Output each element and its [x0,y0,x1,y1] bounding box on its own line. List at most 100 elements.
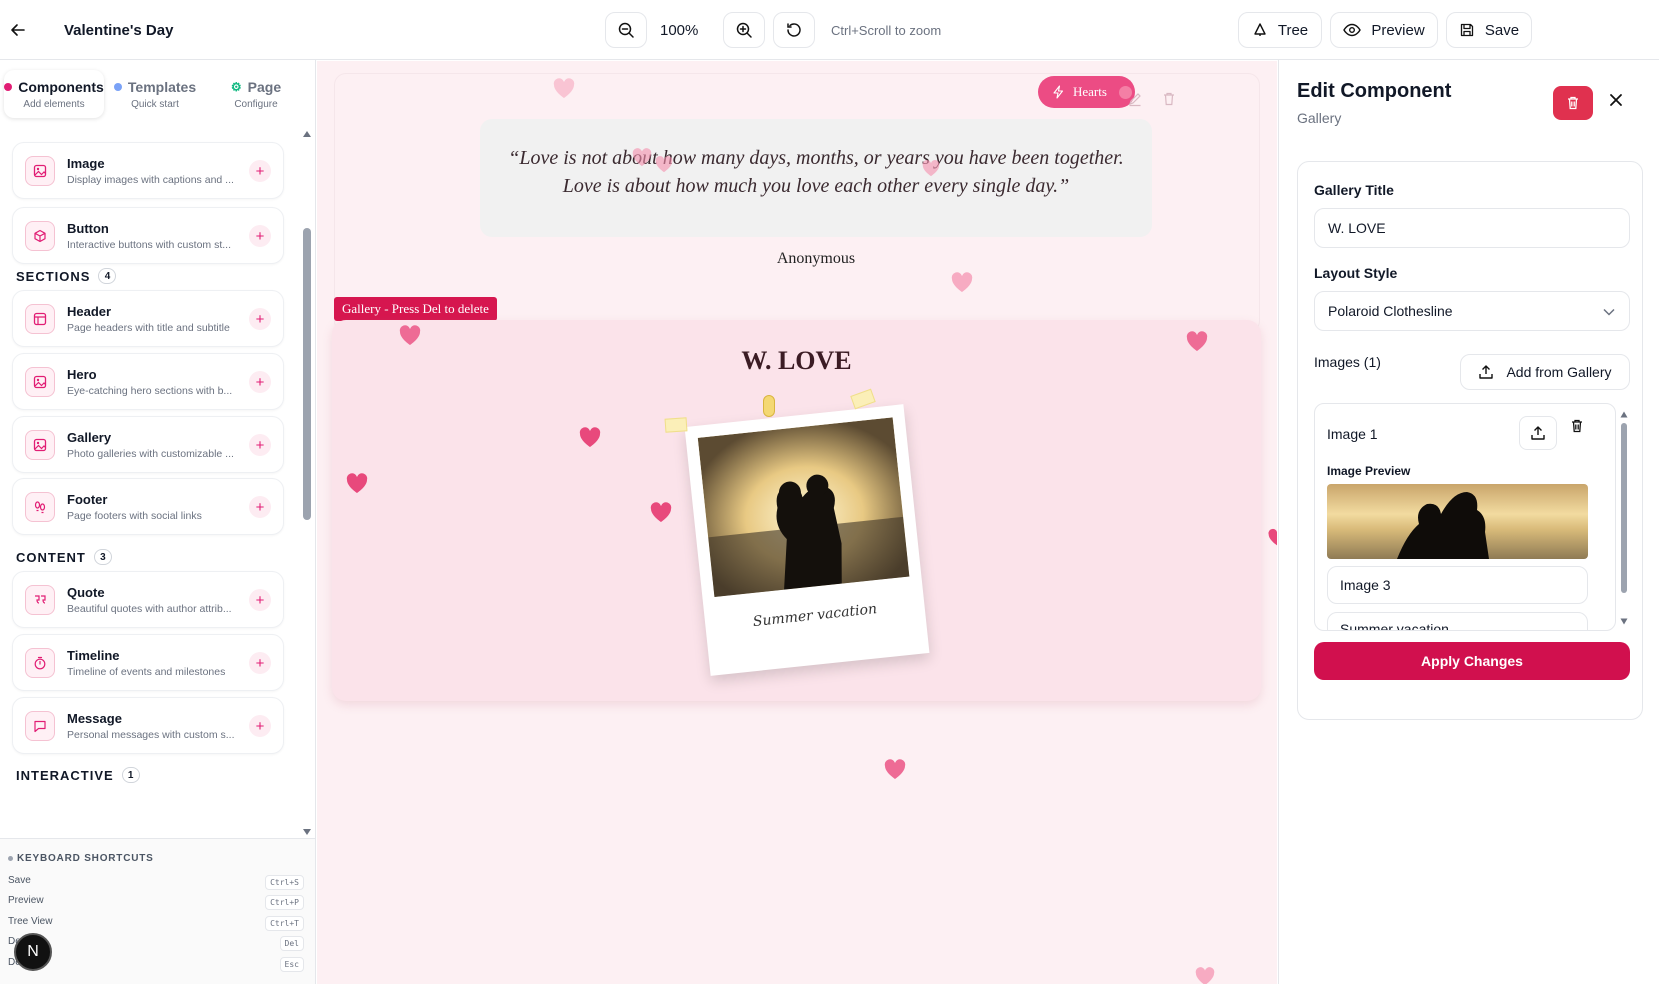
add-icon[interactable]: + [249,371,271,393]
hearts-toggle[interactable]: Hearts [1038,76,1135,108]
section-count: 3 [93,549,112,565]
quote-component[interactable]: “Love is not about how many days, months… [334,73,1260,333]
gallery-component[interactable]: W. LOVE Summer vacation [332,320,1261,701]
add-icon[interactable]: + [249,434,271,456]
shortcut-label: Tree View [8,916,53,927]
add-icon[interactable]: + [249,225,271,247]
component-name: Timeline [67,648,120,663]
back-arrow-icon[interactable] [8,20,28,40]
dev-tools-badge[interactable]: N [14,933,52,971]
tab-components[interactable]: Components Add elements [4,70,104,118]
hearts-label: Hearts [1073,84,1107,99]
shortcuts-title: KEYBOARD SHORTCUTS [17,853,154,864]
tree-button[interactable]: Tree [1238,12,1322,48]
add-icon[interactable]: + [249,652,271,674]
layout-style-select[interactable]: Polaroid Clothesline [1314,291,1630,331]
chevron-down-icon [1603,308,1615,316]
image-alt-input[interactable]: Image 3 [1327,566,1588,604]
couple-photo [697,417,910,597]
tab-subtitle: Configure [234,99,278,110]
components-dot-icon [4,83,13,91]
add-icon[interactable]: + [249,160,271,182]
clothespin-icon [763,395,775,417]
zoom-out-button[interactable] [605,12,647,48]
footprints-icon [25,492,55,522]
component-card-footer[interactable]: Footer Page footers with social links + [12,478,284,535]
shortcut-key: Esc [279,957,304,972]
component-card-button[interactable]: Button Interactive buttons with custom s… [12,207,284,264]
components-sidebar: Components Add elements Templates Quick … [0,60,316,984]
component-name: Hero [67,367,97,382]
polaroid-photo[interactable]: Summer vacation [684,404,930,676]
image-caption-input[interactable]: Summer vacation [1327,612,1588,630]
image-icon [25,430,55,460]
apply-changes-button[interactable]: Apply Changes [1314,642,1630,680]
quote-line: Love is about how much you love each oth… [562,175,1070,197]
component-card-hero[interactable]: Hero Eye-catching hero sections with b..… [12,353,284,410]
zoom-hint: Ctrl+Scroll to zoom [831,23,942,38]
add-icon[interactable]: + [249,496,271,518]
images-scrollbar[interactable] [1620,411,1628,625]
heart-icon [951,272,973,292]
trash-icon[interactable] [1569,418,1585,439]
add-icon[interactable]: + [249,308,271,330]
sidebar-scroll-thumb[interactable] [303,228,311,520]
trash-icon[interactable] [1161,91,1177,112]
heart-icon [884,759,906,779]
add-icon[interactable]: + [249,715,271,737]
component-card-message[interactable]: Message Personal messages with custom s.… [12,697,284,754]
heart-icon [579,427,601,447]
delete-component-button[interactable] [1553,86,1593,120]
gallery-title-input[interactable]: W. LOVE [1314,208,1630,248]
image-preview-label: Image Preview [1327,464,1411,478]
component-desc: Display images with captions and ... [67,174,234,186]
component-name: Gallery [67,430,112,445]
component-card-image[interactable]: Image Display images with captions and .… [12,142,284,199]
section-title: INTERACTIVE [16,767,114,783]
edit-component-panel: Edit Component Gallery Gallery Title W. … [1278,60,1659,984]
heart-icon [399,325,421,345]
gallery-title: W. LOVE [741,346,852,375]
rotate-ccw-icon [787,23,801,37]
photo-caption: Summer vacation [752,601,878,631]
tab-label: Page [247,79,282,95]
tree-button-label: Tree [1277,21,1309,39]
image-item-name: Image 1 [1327,426,1378,442]
section-count: 4 [98,268,117,284]
tab-subtitle: Add elements [23,99,85,110]
zoom-out-icon [618,22,634,38]
panel-subtitle: Gallery [1297,110,1342,126]
component-name: Message [67,711,122,726]
close-icon[interactable] [1609,93,1623,112]
section-heading-sections: SECTIONS 4 [16,268,117,284]
images-scroll-thumb[interactable] [1621,423,1627,593]
timer-icon [25,648,55,678]
component-card-quote[interactable]: Quote Beautiful quotes with author attri… [12,571,284,628]
component-card-gallery[interactable]: Gallery Photo galleries with customizabl… [12,416,284,473]
tab-page[interactable]: ⚙ Page Configure [206,70,306,118]
edit-icon[interactable] [1127,91,1143,112]
heart-icon [346,473,368,493]
eye-icon [1343,23,1362,37]
add-icon[interactable]: + [249,589,271,611]
shortcut-row: Save Ctrl+S [8,875,304,893]
upload-image-button[interactable] [1519,416,1557,450]
add-from-gallery-button[interactable]: Add from Gallery [1460,354,1630,390]
component-desc: Beautiful quotes with author attrib... [67,603,232,615]
save-button-label: Save [1484,21,1520,39]
quote-icon [25,585,55,615]
tab-templates[interactable]: Templates Quick start [105,70,205,118]
component-card-timeline[interactable]: Timeline Timeline of events and mileston… [12,634,284,691]
zoom-in-button[interactable] [723,12,765,48]
editor-canvas[interactable]: “Love is not about how many days, months… [317,61,1277,984]
reset-zoom-button[interactable] [773,12,815,48]
preview-button[interactable]: Preview [1330,12,1438,48]
shortcut-label: Preview [8,895,44,906]
component-card-header[interactable]: Header Page headers with title and subti… [12,290,284,347]
lightning-icon [1053,85,1064,99]
component-desc: Page footers with social links [67,510,202,522]
save-button[interactable]: Save [1446,12,1532,48]
tab-label: Components [18,79,104,95]
component-name: Footer [67,492,108,507]
tree-icon [1254,23,1266,36]
